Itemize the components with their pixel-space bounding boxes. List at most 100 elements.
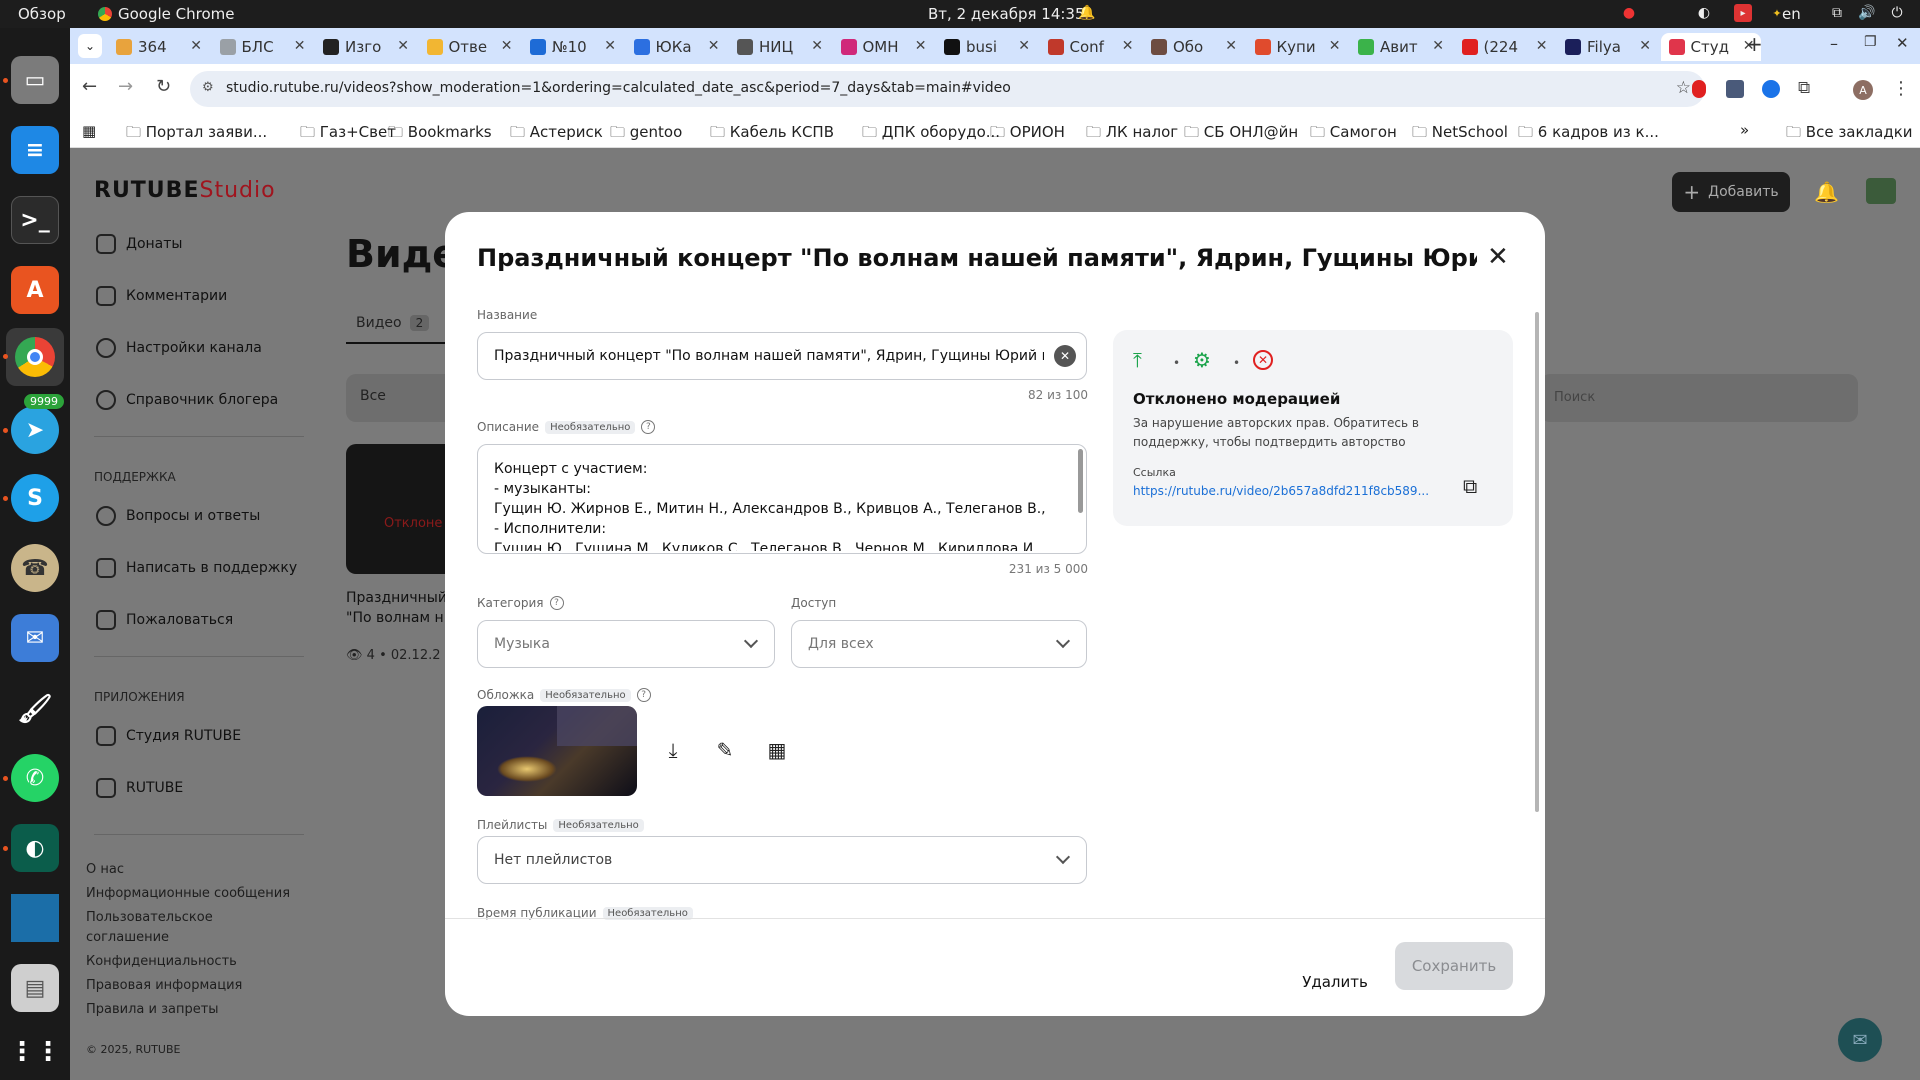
site-info-icon[interactable]: ⚙ <box>202 80 214 95</box>
bookmark-item[interactable]: 🗀 Астериск <box>510 122 603 147</box>
tab-close-icon[interactable]: ✕ <box>1018 38 1030 54</box>
rutube-studio-logo[interactable]: RUTUBEStudio <box>94 178 276 203</box>
access-select[interactable]: Для всех <box>791 620 1087 668</box>
extension-opera-icon[interactable] <box>1692 80 1706 98</box>
more-bookmarks-icon[interactable]: » <box>1740 121 1749 139</box>
volume-icon[interactable]: 🔊 <box>1858 4 1876 22</box>
tab-close-icon[interactable]: ✕ <box>294 38 306 54</box>
video-card-title[interactable]: Праздничный "По волнам н <box>346 588 456 628</box>
support-chat-icon[interactable]: ✉ <box>1838 1018 1882 1062</box>
back-icon[interactable]: ← <box>82 76 97 97</box>
tab-7[interactable]: ОМН ✕ <box>833 33 933 61</box>
profile-avatar[interactable]: A <box>1853 80 1873 100</box>
tab-close-icon[interactable]: ✕ <box>501 38 513 54</box>
active-app-menu[interactable]: Google Chrome <box>98 5 235 23</box>
help-icon[interactable]: ? <box>549 596 564 610</box>
tab-close-icon[interactable]: ✕ <box>1432 38 1444 54</box>
tab-close-icon[interactable]: ✕ <box>1329 38 1341 54</box>
tab-close-icon[interactable]: ✕ <box>604 38 616 54</box>
nav-rutube-app[interactable]: RUTUBE <box>96 778 183 798</box>
nav-comments[interactable]: Комментарии <box>96 286 227 306</box>
tab-close-icon[interactable]: ✕ <box>397 38 409 54</box>
document-viewer-icon[interactable]: ≡ <box>11 126 59 174</box>
disk-icon[interactable]: ▤ <box>11 964 59 1012</box>
playlists-select[interactable]: Нет плейлистов <box>477 836 1087 884</box>
dock-app-icon[interactable]: ◐ <box>11 824 59 872</box>
download-icon[interactable]: ⤓ <box>657 734 689 766</box>
tab-13[interactable]: (224 ✕ <box>1454 33 1554 61</box>
close-window-icon[interactable]: ✕ <box>1896 34 1909 52</box>
cover-thumbnail[interactable] <box>477 706 637 796</box>
clock[interactable]: Вт, 2 декабря 14:35 <box>928 5 1085 23</box>
tab-1[interactable]: БЛС ✕ <box>212 33 312 61</box>
modal-scrollbar[interactable] <box>1535 312 1539 812</box>
chrome-menu-icon[interactable]: ⋮ <box>1892 78 1910 99</box>
nav-donations[interactable]: Донаты <box>96 234 182 254</box>
bookmark-item[interactable]: 🗀 СБ ОНЛ@йн <box>1184 122 1298 147</box>
tab-12[interactable]: Авит ✕ <box>1350 33 1450 61</box>
anydesk-icon[interactable]: ▸ <box>1734 4 1752 22</box>
omnibox[interactable]: ⚙ studio.rutube.ru/videos?show_moderatio… <box>190 71 1705 107</box>
tab-5[interactable]: ЮКа ✕ <box>626 33 726 61</box>
video-thumbnail[interactable]: Отклоне <box>346 444 456 574</box>
extensions-puzzle-icon[interactable]: ⧉ <box>1798 78 1810 98</box>
dock-app-2-icon[interactable] <box>11 894 59 942</box>
chrome-dock-icon[interactable] <box>6 328 64 386</box>
tab-4[interactable]: №10 ✕ <box>522 33 622 61</box>
tab-close-icon[interactable]: ✕ <box>708 38 720 54</box>
bookmark-item[interactable]: 🗀 ОРИОН <box>990 122 1065 147</box>
tab-search-icon[interactable]: ⌄ <box>78 34 102 58</box>
description-scrollbar[interactable] <box>1078 449 1083 513</box>
footer-privacy[interactable]: Конфиденциальность <box>86 952 237 972</box>
bookmark-item[interactable]: 🗀 ДПК оборудо... <box>862 122 1000 147</box>
search-input[interactable]: Поиск <box>1540 374 1858 422</box>
extension-3-icon[interactable] <box>1762 80 1780 98</box>
help-icon[interactable]: ? <box>641 420 656 434</box>
new-tab-button[interactable]: + <box>1746 32 1763 56</box>
footer-about[interactable]: О нас <box>86 860 124 880</box>
bell-icon[interactable]: 🔔 <box>1078 4 1096 22</box>
bookmark-item[interactable]: 🗀 Кабель КСПВ <box>710 122 834 147</box>
bookmark-item[interactable]: 🗀 ЛК налог <box>1086 122 1178 147</box>
footer-rules[interactable]: Правила и запреты <box>86 1000 219 1020</box>
footer-info[interactable]: Информационные сообщения <box>86 884 290 904</box>
nav-studio-app[interactable]: Студия RUTUBE <box>96 726 241 746</box>
nav-report[interactable]: Пожаловаться <box>96 610 233 630</box>
tab-close-icon[interactable]: ✕ <box>1536 38 1548 54</box>
help-icon[interactable]: ? <box>636 688 651 702</box>
tab-close-icon[interactable]: ✕ <box>1122 38 1134 54</box>
terminal-icon[interactable]: >_ <box>11 196 59 244</box>
delete-button[interactable]: Удалить <box>1285 958 1385 1006</box>
tab-close-icon[interactable]: ✕ <box>190 38 202 54</box>
nav-faq[interactable]: Вопросы и ответы <box>96 506 260 526</box>
tab-3[interactable]: Отве ✕ <box>419 33 519 61</box>
night-light-icon[interactable]: ◐ <box>1695 4 1713 22</box>
bookmark-item[interactable]: 🗀 Газ+Свет <box>300 122 396 147</box>
bookmark-star-icon[interactable]: ☆ <box>1676 78 1691 98</box>
forward-icon[interactable]: → <box>118 76 133 97</box>
paint-app-icon[interactable]: 🖌 <box>11 684 59 732</box>
bookmark-item[interactable]: 🗀 gentoo <box>610 122 682 147</box>
copy-icon[interactable]: ⧉ <box>1463 474 1477 498</box>
bookmark-item[interactable]: 🗀 Bookmarks <box>388 122 492 147</box>
tab-2[interactable]: Изго ✕ <box>315 33 415 61</box>
nav-blogger-guide[interactable]: Справочник блогера <box>96 390 278 410</box>
keyboard-layout[interactable]: en <box>1782 5 1801 23</box>
tab-10[interactable]: Обо ✕ <box>1143 33 1243 61</box>
pencil-icon[interactable]: ✎ <box>709 734 741 766</box>
category-select[interactable]: Музыка <box>477 620 775 668</box>
video-link[interactable]: https://rutube.ru/video/2b657a8dfd211f8c… <box>1133 484 1445 498</box>
url-text[interactable]: studio.rutube.ru/videos?show_moderation=… <box>226 80 1011 96</box>
tab-close-icon[interactable]: ✕ <box>1639 38 1651 54</box>
tab-14[interactable]: Filya ✕ <box>1557 33 1657 61</box>
network-icon[interactable]: ⧉ <box>1828 4 1846 22</box>
extension-2-icon[interactable] <box>1726 80 1744 98</box>
add-video-button[interactable]: + Добавить <box>1672 172 1790 212</box>
all-bookmarks[interactable]: 🗀 Все закладки <box>1786 122 1913 147</box>
bookmark-item[interactable]: 🗀 NetSchool <box>1412 122 1508 147</box>
skype-icon[interactable]: S <box>11 474 59 522</box>
telegram-icon[interactable]: ➤ <box>11 406 59 454</box>
nav-write-support[interactable]: Написать в поддержку <box>96 558 297 578</box>
apps-grid-icon[interactable]: ▦ <box>82 122 96 140</box>
tab-6[interactable]: НИЦ ✕ <box>729 33 829 61</box>
